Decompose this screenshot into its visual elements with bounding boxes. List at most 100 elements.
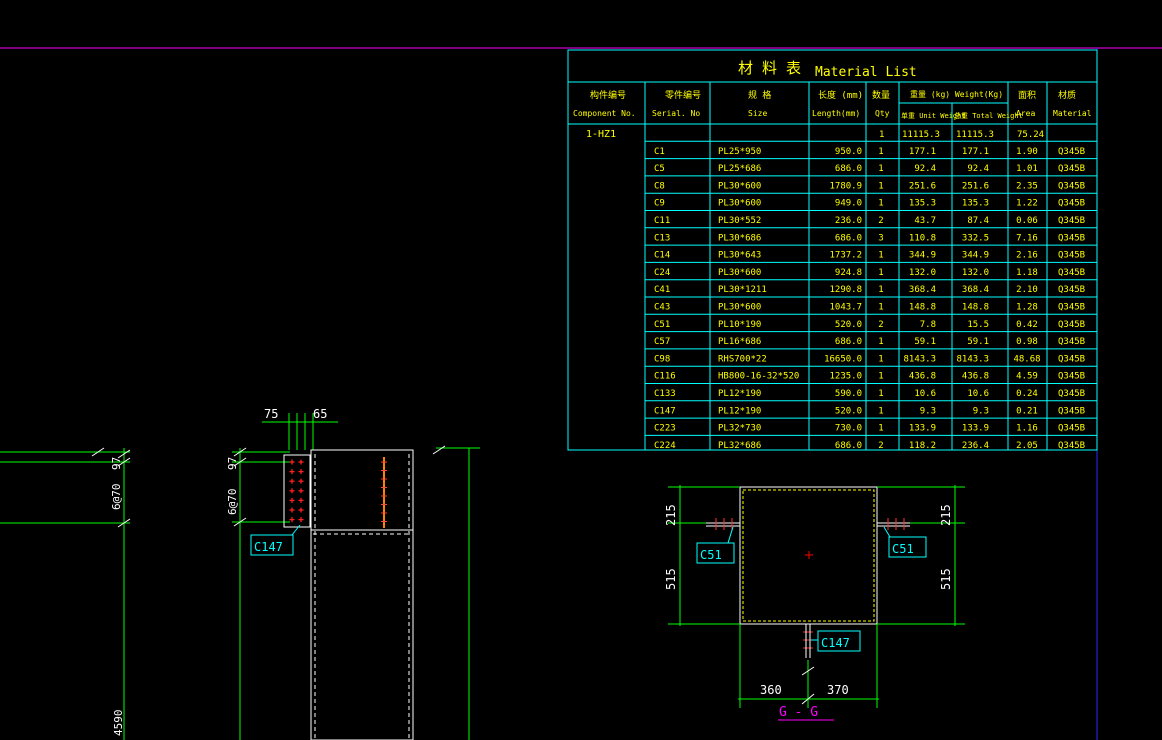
cell-size: PL30*686: [718, 233, 761, 243]
summary-area: 75.24: [1017, 130, 1044, 140]
cell-unit-weight: 10.6: [914, 389, 936, 399]
header-label-weight: 重量 (kg) Weight(Kg): [910, 89, 1003, 99]
cell-area: 48.68: [1013, 354, 1040, 364]
dim-tick: [432, 445, 446, 455]
cell-area: 1.28: [1016, 303, 1038, 313]
cell-length: 1235.0: [829, 372, 862, 382]
cell-qty: 1: [878, 285, 883, 295]
cell-size: PL25*686: [718, 164, 761, 174]
cell-qty: 1: [878, 164, 883, 174]
dim-left-515: 515: [664, 568, 678, 590]
bolt-mark: [289, 507, 295, 513]
header-label-en: Material: [1053, 109, 1092, 118]
cell-total-weight: 344.9: [962, 251, 989, 261]
dim-top-65: 65: [313, 407, 327, 421]
cell-total-weight: 92.4: [967, 164, 989, 174]
cell-unit-weight: 110.8: [909, 233, 936, 243]
tag-c51-left: C51: [700, 548, 722, 562]
cad-drawing-canvas[interactable]: 材 料 表 Material List 构件编号 Component No. 零件编…: [0, 0, 1162, 740]
cell-size: HB800-16-32*520: [718, 372, 799, 382]
cell-area: 0.24: [1016, 389, 1038, 399]
bolt-group: [289, 459, 304, 523]
cell-length: 686.0: [835, 164, 862, 174]
cell-area: 2.16: [1016, 251, 1038, 261]
cell-length: 1290.8: [829, 285, 862, 295]
cell-unit-weight: 7.8: [920, 320, 936, 330]
cell-length: 236.0: [835, 216, 862, 226]
bolt-mark: [298, 488, 304, 494]
bolt-mark: [298, 507, 304, 513]
cell-serial: C1: [654, 147, 665, 157]
cell-qty: 2: [878, 441, 883, 451]
dim-left-215: 215: [664, 504, 678, 526]
bolt-mark: [298, 497, 304, 503]
summary-qty: 1: [879, 130, 884, 140]
center-mark: [805, 551, 813, 559]
cell-qty: 1: [878, 181, 883, 191]
header-label-cn: 零件编号: [665, 89, 701, 101]
header-label-en: Component No.: [573, 109, 636, 118]
cell-total-weight: 15.5: [967, 320, 989, 330]
cell-material: Q345B: [1058, 406, 1085, 416]
section-g-g-view: 215 515 215 515 C51 C51 C147 360 370 G -…: [664, 485, 965, 721]
dim-right-515: 515: [939, 568, 953, 590]
cell-length: 1043.7: [829, 303, 862, 313]
cell-length: 16650.0: [824, 354, 862, 364]
cell-area: 2.10: [1016, 285, 1038, 295]
bolt-mark: [298, 517, 304, 523]
leader-line: [727, 526, 734, 544]
cell-length: 686.0: [835, 233, 862, 243]
cell-qty: 2: [878, 320, 883, 330]
cell-total-weight: 59.1: [967, 337, 989, 347]
header-label-en: Length(mm): [812, 109, 860, 118]
table-title-cn: 材 料 表: [738, 59, 801, 77]
cell-size: PL30*600: [718, 199, 761, 209]
cell-qty: 1: [878, 406, 883, 416]
cell-serial: C8: [654, 181, 665, 191]
dim-plate-6at70: 6@70: [226, 489, 239, 516]
dim-right-215: 215: [939, 504, 953, 526]
cell-size: PL16*686: [718, 337, 761, 347]
cell-material: Q345B: [1058, 147, 1085, 157]
header-labels: 构件编号 Component No. 零件编号 Serial. No 规 格 Size 长度…: [573, 89, 1092, 120]
cell-total-weight: 177.1: [962, 147, 989, 157]
bolt-mark: [298, 459, 304, 465]
bolt-mark: [289, 517, 295, 523]
cell-material: Q345B: [1058, 199, 1085, 209]
header-label-total-weight: 总重 Total Weight: [954, 111, 1023, 120]
cell-total-weight: 87.4: [967, 216, 989, 226]
dim-plate-97: 97: [226, 457, 239, 470]
dim-far-left-4590: 4590: [112, 710, 125, 737]
cell-area: 2.35: [1016, 181, 1038, 191]
bolt-mark: [289, 469, 295, 475]
cell-serial: C43: [654, 303, 670, 313]
cell-area: 1.18: [1016, 268, 1038, 278]
cell-material: Q345B: [1058, 268, 1085, 278]
header-label-cn: 数量: [872, 89, 890, 101]
cell-serial: C223: [654, 424, 676, 434]
cell-total-weight: 133.9: [962, 424, 989, 434]
cell-serial: C13: [654, 233, 670, 243]
header-label-en: Serial. No: [652, 109, 700, 118]
dim-bottom-360: 360: [760, 683, 782, 697]
cell-material: Q345B: [1058, 233, 1085, 243]
cell-material: Q345B: [1058, 389, 1085, 399]
cell-size: PL30*552: [718, 216, 761, 226]
summary-unit-weight: 11115.3: [902, 130, 940, 140]
table-rows: 1-HZ1 1 11115.3 11115.3 75.24 C1 PL25*950 950.0…: [586, 129, 1097, 451]
cell-length: 1780.9: [829, 181, 862, 191]
cell-qty: 1: [878, 251, 883, 261]
bolt-mark: [289, 459, 295, 465]
cell-serial: C116: [654, 372, 676, 382]
cell-qty: 1: [878, 199, 883, 209]
cell-size: PL30*643: [718, 251, 761, 261]
cell-qty: 1: [878, 147, 883, 157]
cell-total-weight: 251.6: [962, 181, 989, 191]
connection-plate: [283, 454, 311, 528]
cell-area: 4.59: [1016, 372, 1038, 382]
cell-serial: C133: [654, 389, 676, 399]
cell-unit-weight: 344.9: [909, 251, 936, 261]
cell-total-weight: 8143.3: [956, 354, 989, 364]
cell-material: Q345B: [1058, 320, 1085, 330]
cell-area: 7.16: [1016, 233, 1038, 243]
